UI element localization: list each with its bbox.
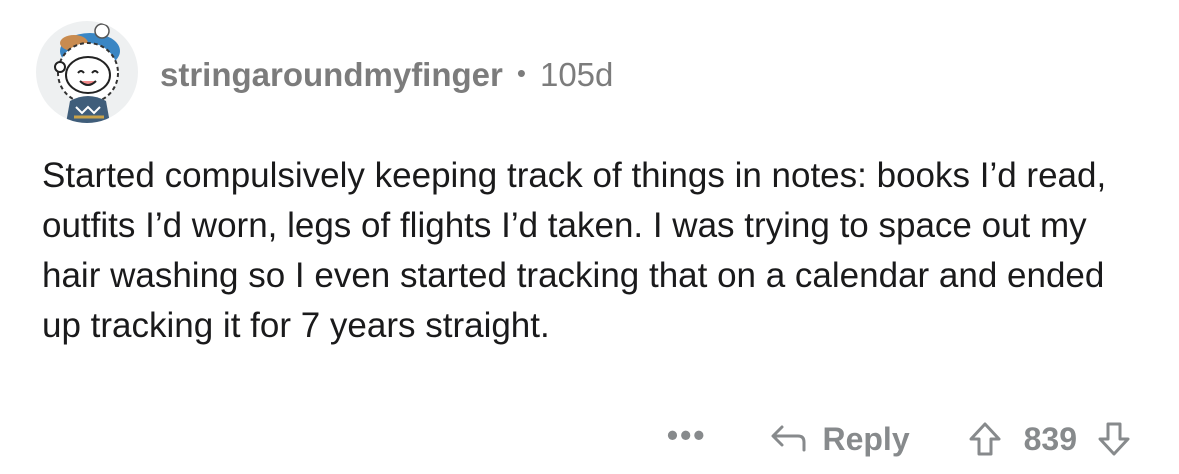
reply-label: Reply — [822, 420, 910, 457]
vote-score: 839 — [1023, 420, 1077, 457]
reply-arrow-icon — [771, 425, 806, 452]
vote-controls: 839 — [968, 421, 1131, 458]
downvote-arrow-icon[interactable] — [1097, 421, 1131, 457]
comment-age: 105d — [539, 56, 614, 93]
comment-body: Started compulsively keeping track of th… — [42, 156, 1107, 345]
meta-separator: • — [516, 57, 526, 88]
comment-header: stringaroundmyfinger • 105d — [36, 20, 613, 124]
comment-card: stringaroundmyfinger • 105d Started comp… — [0, 0, 1179, 474]
snoo-avatar-icon[interactable] — [36, 21, 138, 123]
username-link[interactable]: stringaroundmyfinger — [160, 56, 503, 94]
comment-meta: stringaroundmyfinger • 105d — [160, 56, 613, 94]
comment-actions: ••• Reply 839 — [667, 414, 1131, 464]
upvote-arrow-icon[interactable] — [968, 421, 1002, 457]
reply-button[interactable]: Reply — [768, 420, 910, 458]
more-options-button[interactable]: ••• — [667, 417, 707, 454]
